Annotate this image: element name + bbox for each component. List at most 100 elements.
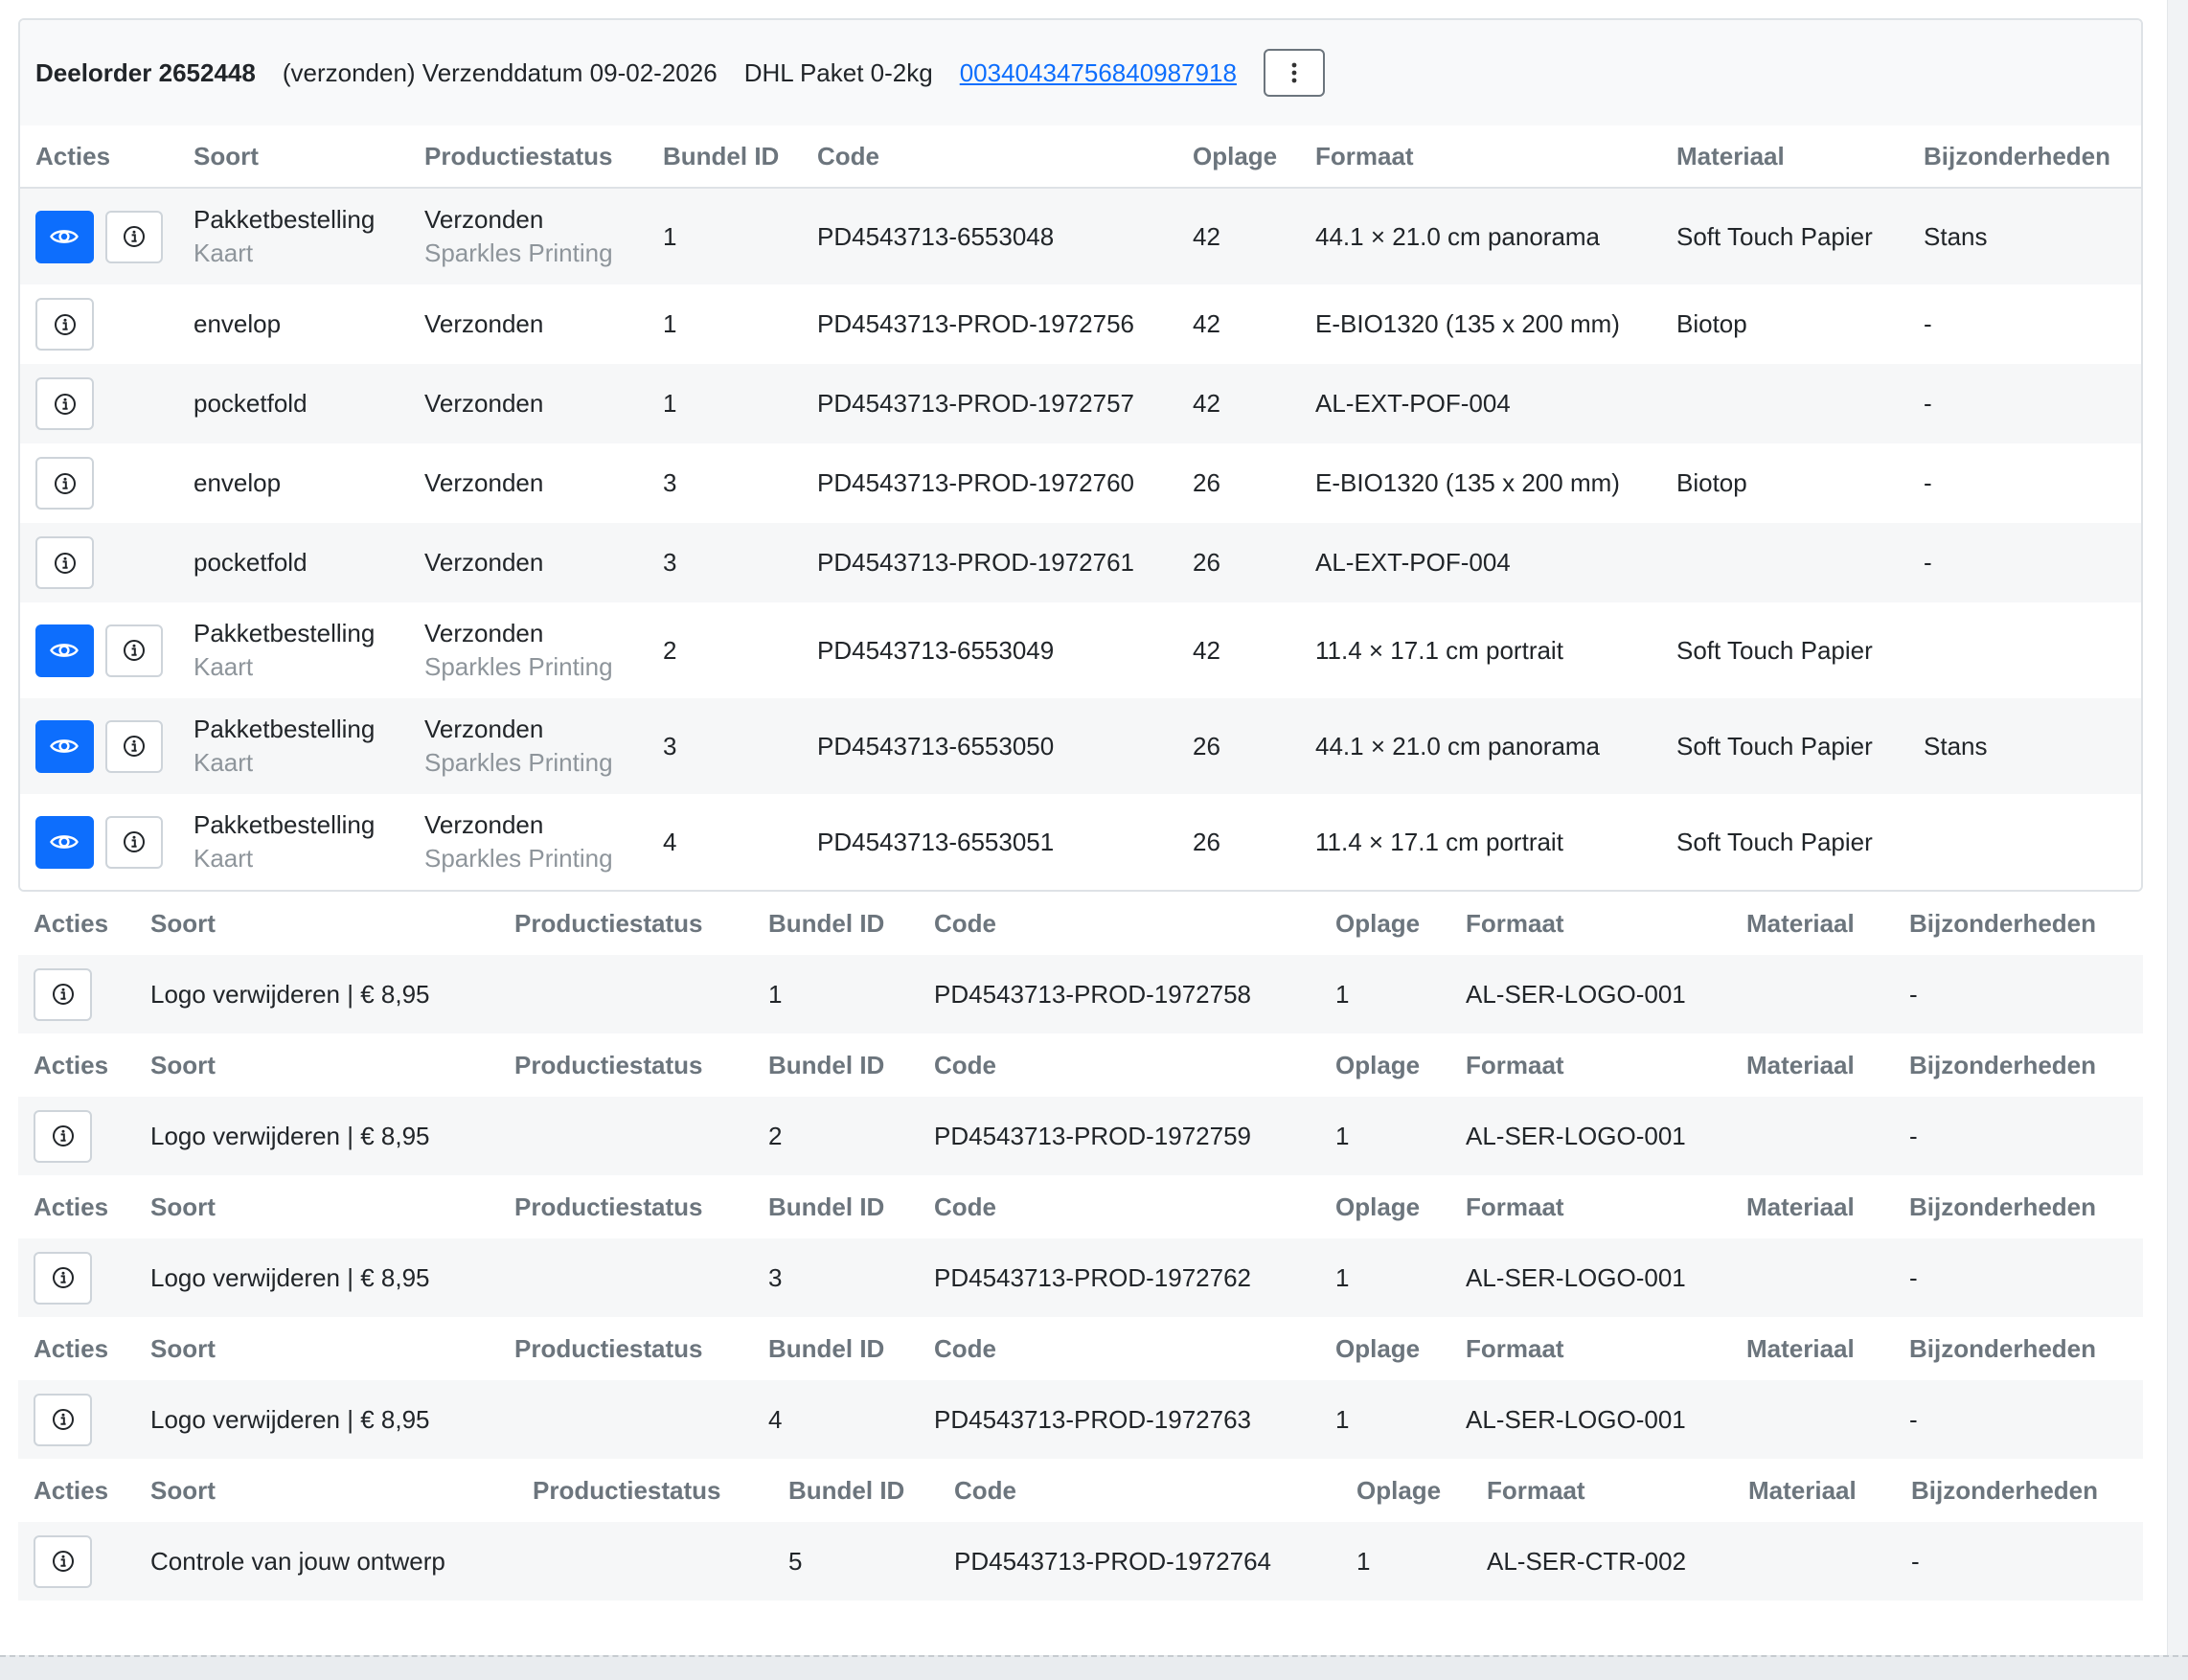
table-row: Logo verwijderen | € 8,95 1 PD4543713-PROD…	[18, 955, 2143, 1033]
bijzonderheden-cell	[1908, 602, 2141, 698]
col-oplage: Oplage	[1335, 1050, 1421, 1079]
col-bundel: Bundel ID	[768, 908, 885, 938]
status-cell	[499, 1380, 753, 1459]
oplage-cell: 26	[1177, 523, 1300, 602]
soort-value: envelop	[194, 468, 282, 497]
table-header-row: Acties Soort Productiestatus Bundel ID Code O…	[18, 1033, 2143, 1097]
info-button[interactable]	[34, 1109, 92, 1163]
col-acties: Acties	[34, 1475, 109, 1505]
col-bundel-id: Bundel ID	[648, 125, 802, 189]
view-button[interactable]	[35, 624, 94, 677]
oplage-cell: 26	[1177, 794, 1300, 890]
bundel-id-cell: 3	[648, 523, 802, 602]
vertical-scrollbar[interactable]	[2167, 0, 2188, 1655]
code-cell: PD4543713-PROD-1972760	[802, 443, 1177, 523]
row-actions	[35, 377, 163, 430]
info-icon	[52, 984, 74, 1005]
info-icon	[54, 393, 76, 415]
info-button[interactable]	[35, 298, 94, 351]
table-row: Logo verwijderen | € 8,95 3 PD4543713-PROD…	[18, 1238, 2143, 1317]
status-cell	[499, 955, 753, 1033]
col-soort: Soort	[150, 1050, 216, 1079]
bijzonderheden-cell: -	[1896, 1522, 2143, 1601]
bijzonderheden-cell: -	[1908, 443, 2141, 523]
status-cell: Verzonden	[409, 443, 648, 523]
info-button[interactable]	[34, 1534, 92, 1588]
view-button[interactable]	[35, 815, 94, 869]
view-button[interactable]	[35, 719, 94, 773]
materiaal-cell	[1731, 955, 1894, 1033]
table-row: pocketfold Verzonden 1 PD4543713-PROD-19727…	[20, 364, 2141, 443]
bundel-id-cell: 5	[773, 1522, 939, 1601]
formaat-cell: AL-SER-LOGO-001	[1450, 1380, 1731, 1459]
actions-cell	[20, 523, 178, 602]
info-button[interactable]	[35, 536, 94, 589]
soort-value: pocketfold	[194, 389, 308, 418]
more-options-button[interactable]	[1263, 49, 1325, 97]
info-button[interactable]	[34, 1251, 92, 1305]
col-formaat: Formaat	[1466, 1050, 1564, 1079]
service-table: Acties Soort Productiestatus Bundel ID Code O…	[18, 1317, 2143, 1459]
info-button[interactable]	[35, 377, 94, 430]
info-button[interactable]	[104, 624, 163, 677]
col-code: Code	[934, 1050, 996, 1079]
bijzonderheden-cell: Stans	[1908, 698, 2141, 794]
info-icon	[123, 640, 145, 661]
materiaal-cell: Soft Touch Papier	[1661, 794, 1908, 890]
col-oplage: Oplage	[1335, 1192, 1421, 1221]
actions-cell	[20, 284, 178, 364]
formaat-cell: E-BIO1320 (135 x 200 mm)	[1300, 284, 1661, 364]
table-row: Pakketbestelling Kaart Verzonden Sparkles P…	[20, 188, 2141, 284]
col-code: Code	[934, 908, 996, 938]
formaat-cell: AL-SER-LOGO-001	[1450, 1097, 1731, 1175]
status-value: Verzonden	[424, 619, 544, 647]
bijzonderheden-cell: -	[1908, 284, 2141, 364]
status-cell: Verzonden Sparkles Printing	[409, 698, 648, 794]
info-icon	[54, 552, 76, 574]
bijzonderheden-cell: -	[1894, 1097, 2143, 1175]
tracking-link[interactable]: 00340434756840987918	[960, 58, 1237, 88]
col-materiaal: Materiaal	[1746, 1333, 1855, 1363]
view-button[interactable]	[35, 210, 94, 263]
materiaal-cell: Soft Touch Papier	[1661, 188, 1908, 284]
order-page: Deelorder 2652448 (verzonden) Verzenddat…	[18, 18, 2143, 1601]
info-button[interactable]	[34, 1393, 92, 1446]
bundel-id-cell: 3	[648, 443, 802, 523]
eye-icon	[50, 644, 80, 657]
formaat-cell: 11.4 × 17.1 cm portrait	[1300, 602, 1661, 698]
info-icon	[52, 1409, 74, 1430]
col-oplage: Oplage	[1177, 125, 1300, 189]
col-bundel: Bundel ID	[788, 1475, 905, 1505]
info-button[interactable]	[34, 967, 92, 1021]
soort-subvalue: Kaart	[194, 238, 254, 267]
materiaal-cell	[1731, 1097, 1894, 1175]
col-materiaal: Materiaal	[1661, 125, 1908, 189]
formaat-cell: AL-SER-LOGO-001	[1450, 955, 1731, 1033]
col-acties: Acties	[34, 1050, 109, 1079]
bundel-id-cell: 3	[648, 698, 802, 794]
info-button[interactable]	[35, 457, 94, 510]
actions-cell	[18, 1522, 135, 1601]
bundel-id-cell: 1	[648, 284, 802, 364]
info-button[interactable]	[104, 210, 163, 263]
bundel-id-cell: 2	[648, 602, 802, 698]
oplage-cell: 42	[1177, 188, 1300, 284]
oplage-cell: 1	[1320, 955, 1450, 1033]
info-button[interactable]	[104, 719, 163, 773]
materiaal-cell: Soft Touch Papier	[1661, 602, 1908, 698]
bijzonderheden-cell: -	[1894, 1238, 2143, 1317]
bijzonderheden-cell: -	[1908, 364, 2141, 443]
info-icon	[123, 736, 145, 757]
info-icon	[123, 831, 145, 852]
soort-cell: Logo verwijderen | € 8,95	[135, 1380, 499, 1459]
oplage-cell: 42	[1177, 602, 1300, 698]
col-bijzonderheden: Bijzonderheden	[1911, 1475, 2099, 1505]
col-code: Code	[802, 125, 1177, 189]
soort-value: Pakketbestelling	[194, 810, 376, 839]
info-button[interactable]	[104, 815, 163, 869]
row-actions	[34, 967, 120, 1021]
col-formaat: Formaat	[1466, 1333, 1564, 1363]
table-row: pocketfold Verzonden 3 PD4543713-PROD-19727…	[20, 523, 2141, 602]
oplage-cell: 26	[1177, 698, 1300, 794]
code-cell: PD4543713-PROD-1972756	[802, 284, 1177, 364]
